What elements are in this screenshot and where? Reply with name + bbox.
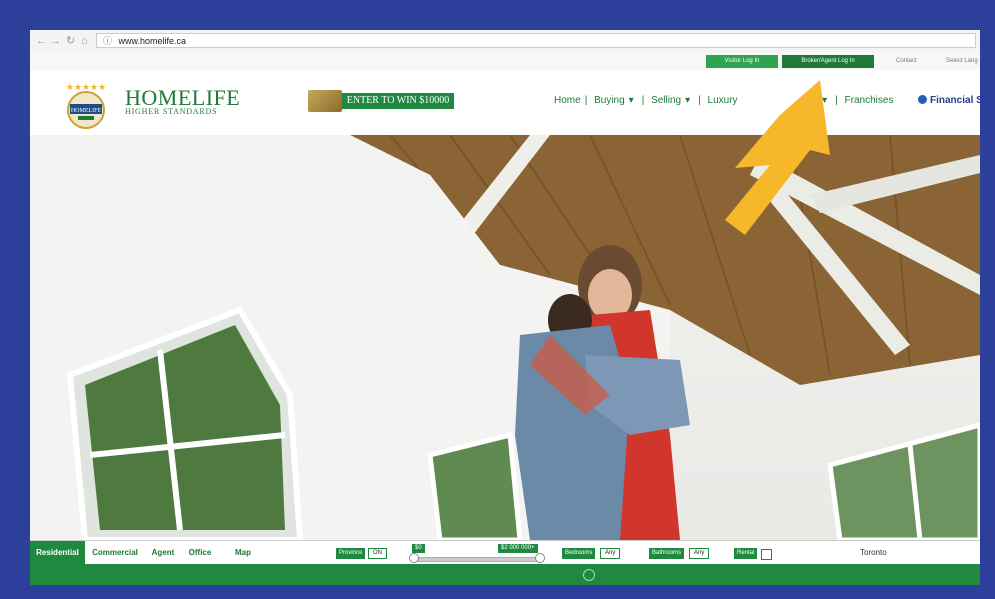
hero-image (30, 135, 980, 540)
nav-franchises[interactable]: Franchises (845, 95, 894, 106)
language-select[interactable]: Select Lang (946, 55, 978, 68)
province-label: Province (336, 548, 366, 559)
nav-separator: | (835, 95, 838, 106)
tab-map[interactable]: Map (228, 541, 258, 565)
utility-bar: Visitor Log In Broker/Agent Log In Conta… (30, 52, 980, 70)
back-icon[interactable]: ← (36, 34, 47, 48)
screenshot-frame: ← → ↻ ⌂ ⓘ www.homelife.ca Visitor Log In… (30, 30, 980, 585)
nav-partial-label: s (813, 95, 819, 106)
homelife-crest-logo[interactable]: ★★★★★ HOMELIFE (60, 80, 112, 130)
city-input[interactable]: Toronto (860, 548, 887, 557)
price-max-label: $2 000 000+ (498, 544, 538, 553)
contest-label: ENTER TO WIN $10000 (342, 93, 454, 109)
address-bar[interactable]: ⓘ www.homelife.ca (96, 33, 976, 48)
nav-selling-label: Selling (651, 95, 682, 106)
bedrooms-label: Bedrooms (562, 548, 596, 559)
rental-checkbox[interactable] (761, 549, 772, 560)
svg-text:HOMELIFE: HOMELIFE (71, 108, 102, 114)
nav-partial-item[interactable]: s ▾ (813, 95, 831, 106)
hero-illustration (30, 135, 980, 540)
tab-agent[interactable]: Agent (145, 541, 181, 565)
listing-search-bar: Residential Commercial Agent Office Map … (30, 540, 980, 565)
financial-icon (918, 95, 927, 104)
nav-luxury[interactable]: Luxury (708, 95, 738, 106)
nav-home[interactable]: Home (554, 95, 581, 106)
nav-separator: | (584, 95, 588, 106)
footer-strip (30, 564, 980, 585)
caret-down-icon: ▾ (628, 95, 634, 106)
caret-down-icon: ▾ (685, 95, 691, 106)
price-slider-min-handle[interactable] (409, 553, 419, 563)
contact-link[interactable]: Contact (896, 55, 917, 68)
site-header: ★★★★★ HOMELIFE HOMELIFE HIGHER STANDARDS… (30, 70, 980, 135)
forward-icon[interactable]: → (50, 34, 61, 48)
rental-label: Rental (734, 548, 758, 559)
nav-separator: | (698, 95, 701, 106)
tab-office[interactable]: Office (184, 541, 216, 565)
tab-commercial[interactable]: Commercial (88, 541, 142, 565)
info-icon: ⓘ (103, 36, 113, 46)
nav-buying-label: Buying (594, 95, 625, 106)
scroll-down-icon[interactable] (583, 569, 595, 581)
price-slider-track[interactable] (412, 557, 542, 562)
cash-icon (308, 90, 342, 112)
bathrooms-select[interactable]: Any (689, 548, 710, 559)
bathrooms-label: Bathrooms (649, 548, 685, 559)
caret-down-icon: ▾ (822, 95, 828, 106)
nav-selling[interactable]: Selling ▾ (651, 95, 694, 106)
province-select[interactable]: ON (368, 548, 387, 559)
main-nav: Home | Buying ▾ | Selling ▾ | Luxury s ▾ | Fran… (554, 95, 897, 106)
browser-toolbar: ← → ↻ ⌂ ⓘ www.homelife.ca (30, 30, 980, 53)
nav-buying[interactable]: Buying ▾ (594, 95, 638, 106)
broker-login-button[interactable]: Broker/Agent Log In (782, 55, 874, 68)
tab-residential[interactable]: Residential (30, 541, 85, 565)
home-icon[interactable]: ⌂ (81, 34, 88, 48)
nav-separator: | (641, 95, 645, 106)
price-slider-max-handle[interactable] (535, 553, 545, 563)
financial-label: Financial Se (930, 95, 980, 106)
url-text: www.homelife.ca (118, 36, 187, 46)
visitor-login-button[interactable]: Visitor Log In (706, 55, 778, 68)
brand-subtitle: HIGHER STANDARDS (125, 107, 218, 116)
price-min-label: $0 (412, 544, 425, 553)
contest-banner[interactable]: ENTER TO WIN $10000 (308, 90, 454, 112)
bedrooms-select[interactable]: Any (600, 548, 621, 559)
financial-link[interactable]: Financial Se (918, 95, 980, 106)
reload-icon[interactable]: ↻ (66, 34, 75, 48)
